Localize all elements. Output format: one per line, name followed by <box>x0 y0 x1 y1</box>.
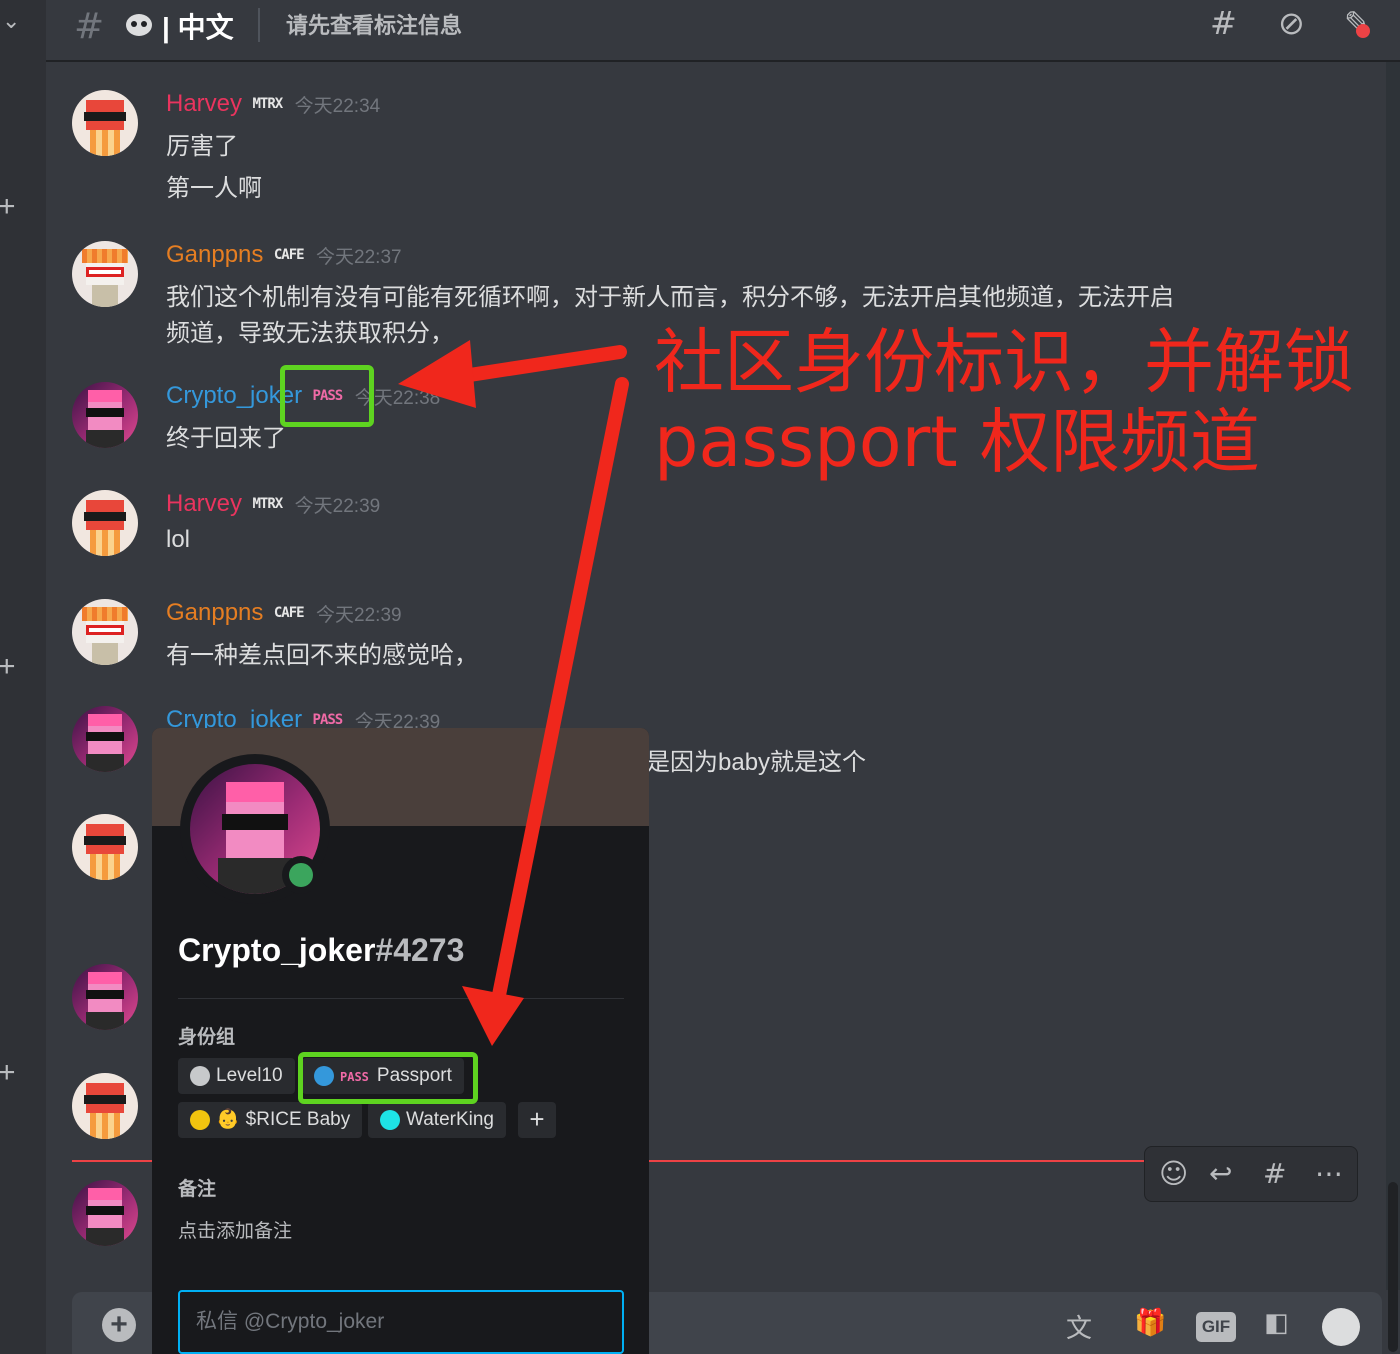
threads-icon[interactable]: # <box>1210 4 1237 42</box>
discriminator: #4273 <box>375 932 465 968</box>
role-badge: CAFE <box>273 605 305 621</box>
profile-username: Crypto_joker#4273 <box>178 932 465 968</box>
role-pill[interactable]: Level10 <box>178 1058 295 1094</box>
mute-icon[interactable]: ⊘ <box>1278 4 1305 42</box>
timestamp: 今天22:39 <box>294 495 381 517</box>
note-title: 备注 <box>178 1179 217 1200</box>
user-profile-popout: Crypto_joker#4273 身份组 Level10 PASS Passpo… <box>152 728 649 1354</box>
dm-input[interactable]: 私信 @Crypto_joker <box>178 1290 624 1354</box>
avatar[interactable] <box>72 964 138 1030</box>
annotation-text: 社区身份标识，并解锁 passport 权限频道 <box>654 321 1354 483</box>
role-pill[interactable]: 👶 $RICE Baby <box>178 1102 363 1138</box>
add-channel-icon[interactable]: + <box>0 192 16 222</box>
message-text: 厉害了 <box>166 133 238 160</box>
message-text: lol <box>166 526 191 553</box>
chevron-down-icon[interactable]: ⌄ <box>2 8 20 34</box>
add-channel-icon[interactable]: + <box>0 1058 16 1088</box>
avatar[interactable] <box>72 490 138 556</box>
scrollbar[interactable] <box>1386 62 1400 1352</box>
channel-list-edge: ⌄ + + + <box>0 0 46 1354</box>
message-hover-toolbar: ☺ ↩ # ⋯ <box>1144 1146 1358 1202</box>
text-channel-icon: # <box>74 6 105 47</box>
gif-button[interactable]: GIF <box>1196 1312 1236 1342</box>
username[interactable]: Ganppns <box>166 241 263 269</box>
message-text: 第一人啊 <box>166 175 262 202</box>
message-text: 频道，导致无法获取积分， <box>166 320 454 347</box>
panda-emoji-icon <box>126 14 152 36</box>
message-text: 有一种差点回不来的感觉哈， <box>166 642 478 669</box>
avatar[interactable] <box>72 1073 138 1139</box>
avatar[interactable] <box>72 1180 138 1246</box>
message-text: 我们这个机制有没有可能有死循环啊，对于新人而言，积分不够，无法开启其他频道，无法… <box>166 284 1174 311</box>
note-field[interactable]: 点击添加备注 <box>178 1216 292 1243</box>
role-color-dot <box>380 1110 400 1130</box>
more-icon[interactable]: ⋯ <box>1315 1157 1343 1190</box>
message-header: Harvey MTRX 今天22:39 <box>166 490 380 522</box>
channel-header: # | 中文 请先查看标注信息 # ⊘ ✎ <box>46 0 1400 62</box>
role-badge: CAFE <box>273 247 305 263</box>
upload-button[interactable]: + <box>102 1308 136 1342</box>
timestamp: 今天22:39 <box>316 604 402 626</box>
reply-icon[interactable]: ↩ <box>1209 1157 1232 1190</box>
role-badge: PASS <box>312 712 344 728</box>
add-role-button[interactable]: + <box>518 1102 556 1138</box>
emoji-icon[interactable] <box>1322 1308 1360 1346</box>
avatar[interactable] <box>72 814 138 880</box>
username[interactable]: Harvey <box>166 90 242 118</box>
add-channel-icon[interactable]: + <box>0 652 16 682</box>
username[interactable]: Harvey <box>166 490 242 518</box>
role-badge: MTRX <box>252 96 283 112</box>
online-status-icon <box>282 856 320 894</box>
username[interactable]: Ganppns <box>166 599 263 627</box>
roles-title: 身份组 <box>178 1027 236 1048</box>
message-header: Ganppns CAFE 今天22:37 <box>166 241 402 273</box>
avatar[interactable] <box>72 90 138 156</box>
translate-icon[interactable]: 文 <box>1066 1308 1092 1345</box>
timestamp: 今天22:37 <box>316 246 402 268</box>
role-color-dot <box>190 1110 210 1130</box>
message-text: 终于回来了 <box>166 425 286 452</box>
avatar[interactable] <box>72 706 138 772</box>
baby-emoji-icon: 👶 <box>216 1109 240 1130</box>
scrollbar-thumb[interactable] <box>1388 1182 1398 1352</box>
highlight-box <box>298 1052 478 1104</box>
message-header: Ganppns CAFE 今天22:39 <box>166 599 402 631</box>
gift-icon[interactable]: 🎁 <box>1134 1308 1166 1338</box>
role-color-dot <box>190 1066 210 1086</box>
avatar[interactable] <box>72 382 138 448</box>
sticker-icon[interactable]: ◧ <box>1264 1308 1289 1338</box>
message-header: Harvey MTRX 今天22:34 <box>166 90 380 122</box>
add-reaction-icon[interactable]: ☺ <box>1159 1157 1188 1190</box>
divider <box>178 998 624 999</box>
timestamp: 今天22:34 <box>294 95 381 117</box>
avatar[interactable] <box>72 241 138 307</box>
header-divider <box>258 8 260 42</box>
message-text: 是因为baby就是这个 <box>646 749 867 776</box>
highlight-box <box>280 365 374 427</box>
role-badge: MTRX <box>252 496 283 512</box>
notification-dot <box>1356 24 1370 38</box>
channel-topic[interactable]: 请先查看标注信息 <box>286 8 462 40</box>
thread-icon[interactable]: # <box>1263 1157 1286 1190</box>
avatar[interactable] <box>72 599 138 665</box>
role-pill[interactable]: WaterKing <box>368 1102 506 1138</box>
channel-name: | 中文 <box>162 12 234 43</box>
